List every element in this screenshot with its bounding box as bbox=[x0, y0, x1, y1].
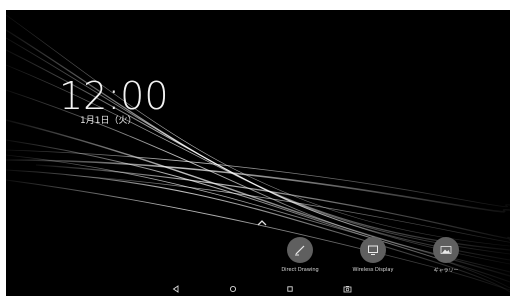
clock-time: 12:00 bbox=[59, 74, 169, 118]
shortcut-gallery-circle bbox=[433, 237, 459, 263]
shortcut-wireless-display-label: Wireless Display bbox=[352, 267, 394, 273]
shortcut-gallery[interactable]: ギャラリー bbox=[411, 237, 481, 283]
pen-edit-icon bbox=[295, 245, 305, 256]
nav-screenshot-button[interactable] bbox=[341, 284, 353, 294]
monitor-icon bbox=[368, 245, 378, 255]
screenshot-icon bbox=[343, 286, 351, 293]
shortcut-wireless-display[interactable]: Wireless Display bbox=[338, 237, 408, 283]
home-icon bbox=[229, 285, 237, 293]
navigation-bar bbox=[6, 282, 510, 296]
shortcut-direct-drawing-label: Direct Drawing bbox=[281, 267, 319, 273]
nav-back-button[interactable] bbox=[170, 284, 182, 294]
nav-recents-button[interactable] bbox=[284, 284, 296, 294]
recents-icon bbox=[287, 286, 293, 292]
chevron-up-icon bbox=[257, 220, 267, 226]
shortcut-wireless-display-circle bbox=[360, 237, 386, 263]
nav-home-button[interactable] bbox=[227, 284, 239, 294]
clock-date: 1月1日（火） bbox=[80, 116, 137, 126]
shortcut-direct-drawing[interactable]: Direct Drawing bbox=[265, 237, 335, 283]
image-icon bbox=[440, 246, 452, 254]
app-drawer-handle[interactable] bbox=[255, 213, 269, 226]
shortcut-gallery-label: ギャラリー bbox=[433, 268, 459, 274]
shortcut-direct-drawing-circle bbox=[287, 237, 313, 263]
back-icon bbox=[172, 285, 179, 293]
tablet-screen: 12:00 1月1日（火） Direct Drawing Wireless Di… bbox=[6, 10, 510, 296]
